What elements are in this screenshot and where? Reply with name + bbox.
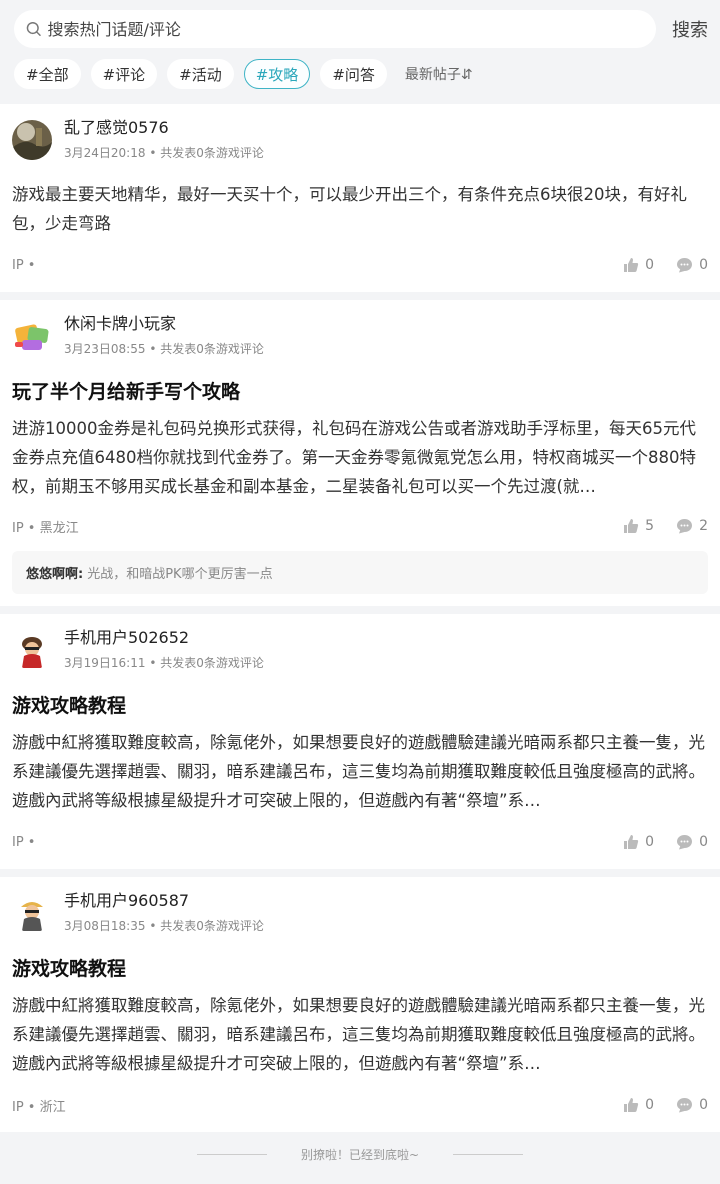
username[interactable]: 手机用户960587 (64, 891, 264, 911)
post-header: 休闲卡牌小玩家 3月23日08:55 • 共发表0条游戏评论 (12, 314, 708, 368)
header: 搜索 #全部 #评论 #活动 #攻略 #问答 最新帖子⇵ (0, 0, 720, 104)
post-card[interactable]: 手机用户960587 3月08日18:35 • 共发表0条游戏评论 游戏攻略教程… (0, 877, 720, 1132)
reply-text: 光战，和暗战PK哪个更厉害一点 (87, 567, 273, 582)
divider-right (453, 1153, 524, 1155)
post-title[interactable]: 玩了半个月给新手写个攻略 (12, 378, 708, 406)
comment-button[interactable]: 0 (676, 257, 708, 273)
avatar[interactable] (12, 120, 52, 160)
post-stat: • 共发表0条游戏评论 (149, 919, 264, 933)
thumbs-up-icon (624, 835, 639, 849)
post-time: 3月19日16:11 (64, 656, 146, 670)
search-input[interactable] (47, 19, 656, 39)
post-meta: 3月23日08:55 • 共发表0条游戏评论 (64, 340, 264, 357)
username[interactable]: 休闲卡牌小玩家 (64, 314, 264, 334)
tag-bar: #全部 #评论 #活动 #攻略 #问答 最新帖子⇵ (14, 58, 708, 90)
tag-review[interactable]: #评论 (90, 59, 158, 89)
avatar[interactable] (12, 630, 52, 670)
reply-user: 悠悠啊啊: (26, 567, 84, 582)
sort-latest[interactable]: 最新帖子⇵ (405, 64, 473, 84)
post-meta: 3月08日18:35 • 共发表0条游戏评论 (64, 917, 264, 934)
tag-event[interactable]: #活动 (167, 59, 234, 89)
ip-location: IP • (12, 257, 36, 273)
ip-location: IP • 黑龙江 (12, 520, 79, 536)
ip-location: IP • (12, 834, 36, 850)
like-count: 0 (645, 1097, 655, 1113)
username[interactable]: 手机用户502652 (64, 628, 264, 648)
username[interactable]: 乱了感觉0576 (64, 118, 264, 138)
post-card[interactable]: 休闲卡牌小玩家 3月23日08:55 • 共发表0条游戏评论 玩了半个月给新手写… (0, 300, 720, 606)
post-footer: IP • 浙江 0 0 (12, 1078, 708, 1132)
post-header: 手机用户960587 3月08日18:35 • 共发表0条游戏评论 (12, 891, 708, 945)
post-card[interactable]: 乱了感觉0576 3月24日20:18 • 共发表0条游戏评论 游戏最主要天地精… (0, 104, 720, 292)
like-count: 0 (645, 834, 655, 850)
comment-icon (677, 258, 693, 273)
avatar[interactable] (12, 893, 52, 933)
comment-count: 2 (699, 518, 708, 534)
end-of-list: 别撩啦！已经到底啦~ (0, 1132, 720, 1176)
comment-icon (677, 1098, 693, 1113)
post-meta: 3月24日20:18 • 共发表0条游戏评论 (64, 144, 264, 161)
post-time: 3月23日08:55 (64, 342, 146, 356)
divider-left (196, 1153, 267, 1155)
like-count: 5 (645, 518, 655, 534)
tag-all[interactable]: #全部 (14, 59, 81, 89)
comment-button[interactable]: 0 (676, 834, 708, 850)
search-row: 搜索 (14, 10, 708, 48)
post-body[interactable]: 游戲中紅將獲取難度較高，除氪佬外，如果想要良好的遊戲體驗建議光暗兩系都只主養一隻… (12, 991, 708, 1078)
post-stat: • 共发表0条游戏评论 (149, 342, 264, 356)
comment-count: 0 (699, 1097, 708, 1113)
post-header: 手机用户502652 3月19日16:11 • 共发表0条游戏评论 (12, 628, 708, 682)
like-count: 0 (645, 257, 655, 273)
post-stat: • 共发表0条游戏评论 (149, 656, 264, 670)
search-button[interactable]: 搜索 (656, 16, 708, 42)
post-time: 3月24日20:18 (64, 146, 146, 160)
search-box[interactable] (14, 10, 656, 48)
post-meta: 3月19日16:11 • 共发表0条游戏评论 (64, 654, 264, 671)
tag-qa[interactable]: #问答 (320, 59, 387, 89)
like-button[interactable]: 0 (623, 834, 654, 850)
post-footer: IP • 黑龙江 5 2 (12, 501, 708, 551)
post-header: 乱了感觉0576 3月24日20:18 • 共发表0条游戏评论 (12, 118, 708, 172)
post-card[interactable]: 手机用户502652 3月19日16:11 • 共发表0条游戏评论 游戏攻略教程… (0, 614, 720, 869)
post-footer: IP • 0 0 (12, 815, 708, 869)
tag-guide[interactable]: #攻略 (243, 59, 311, 89)
ip-location: IP • 浙江 (12, 1099, 66, 1115)
like-button[interactable]: 5 (623, 518, 654, 534)
comment-button[interactable]: 2 (676, 518, 708, 534)
comment-icon (677, 519, 693, 534)
search-icon (26, 21, 41, 37)
thumbs-up-icon (624, 258, 639, 272)
like-button[interactable]: 0 (623, 1097, 654, 1113)
comment-count: 0 (699, 257, 708, 273)
like-button[interactable]: 0 (623, 257, 654, 273)
end-text: 别撩啦！已经到底啦~ (300, 1147, 420, 1162)
comment-button[interactable]: 0 (676, 1097, 708, 1113)
post-body[interactable]: 进游10000金券是礼包码兑换形式获得，礼包码在游戏公告或者游戏助手浮标里，每天… (12, 414, 708, 501)
post-title[interactable]: 游戏攻略教程 (12, 955, 708, 983)
comment-count: 0 (699, 834, 708, 850)
post-body[interactable]: 游戲中紅將獲取難度較高，除氪佬外，如果想要良好的遊戲體驗建議光暗兩系都只主養一隻… (12, 728, 708, 815)
post-body[interactable]: 游戏最主要天地精华，最好一天买十个，可以最少开出三个，有条件充点6块很20块，有… (12, 180, 708, 238)
post-title[interactable]: 游戏攻略教程 (12, 692, 708, 720)
post-time: 3月08日18:35 (64, 919, 146, 933)
thumbs-up-icon (624, 519, 639, 533)
reply-preview[interactable]: 悠悠啊啊: 光战，和暗战PK哪个更厉害一点 (12, 551, 708, 594)
avatar[interactable] (12, 316, 52, 356)
post-stat: • 共发表0条游戏评论 (149, 146, 264, 160)
thumbs-up-icon (624, 1098, 639, 1112)
comment-icon (677, 835, 693, 850)
post-footer: IP • 0 0 (12, 238, 708, 292)
